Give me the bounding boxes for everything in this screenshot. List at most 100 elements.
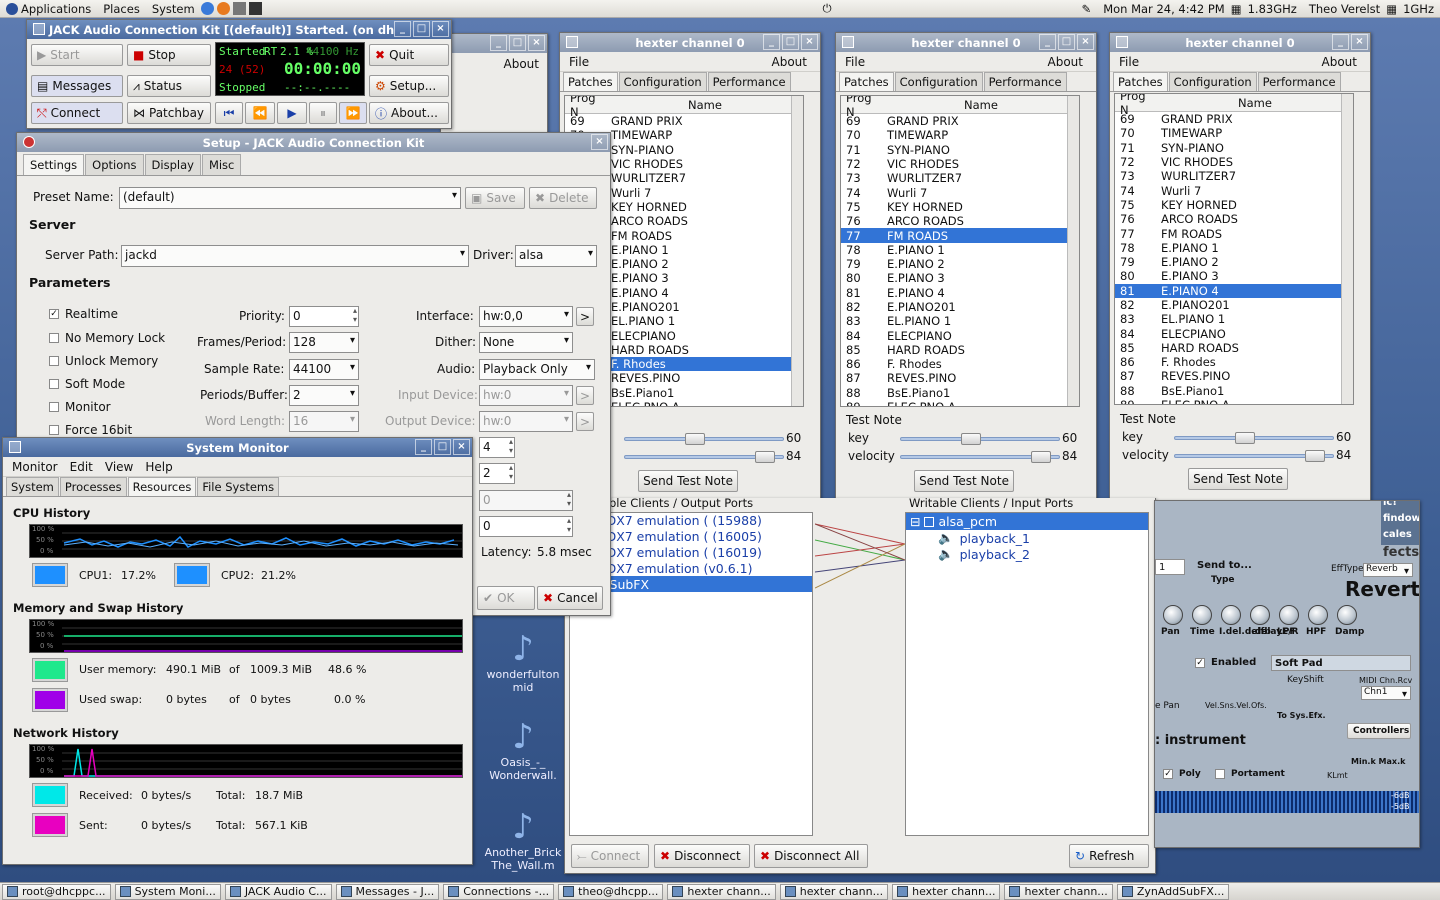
connection-lines[interactable] — [815, 512, 905, 836]
tab-resources[interactable]: Resources — [127, 477, 197, 496]
received-color-swatch[interactable] — [32, 783, 68, 807]
patch-row[interactable]: 87 REVES.PINO — [1115, 369, 1353, 383]
user-memory-color-swatch[interactable] — [32, 658, 68, 682]
about-menu[interactable]: About — [1317, 55, 1362, 69]
patch-row[interactable]: 88 BsE.Piano1 — [841, 386, 1079, 400]
play-button[interactable]: ▶ — [277, 102, 307, 124]
power-icon[interactable]: ⏻ — [822, 1, 831, 16]
patch-row[interactable]: 76 ARCO ROADS — [841, 214, 1079, 228]
interface-select[interactable]: hw:0,0 — [479, 306, 573, 327]
taskbar-item[interactable]: hexter chann... — [779, 883, 889, 900]
delete-button[interactable]: ✖ Delete — [529, 187, 597, 209]
taskbar-item[interactable]: theo@dhcpp... — [558, 883, 664, 900]
user-name[interactable]: Theo Verelst — [1303, 2, 1386, 16]
dither-select[interactable]: None — [479, 332, 573, 353]
instrument-name[interactable]: Soft Pad — [1271, 655, 1411, 671]
output-latency-spinbox[interactable]: 0 — [479, 516, 573, 537]
save-button[interactable]: ▣ Save — [465, 187, 525, 209]
patch-row[interactable]: 75 KEY HORNED — [841, 200, 1079, 214]
playback-2-port[interactable]: 🔈 playback_2 — [906, 546, 1148, 562]
ok-button[interactable]: ✔ OK — [477, 586, 535, 610]
patch-row[interactable]: 89ELEC PNO A — [1115, 398, 1353, 404]
velocity-slider[interactable] — [1174, 450, 1334, 462]
about-menu[interactable]: About — [441, 53, 547, 75]
patch-row[interactable]: 72 VIC RHODES — [1115, 155, 1353, 169]
taskbar-item[interactable]: System Moni... — [114, 883, 221, 900]
effect-knob[interactable] — [1221, 605, 1241, 625]
file-menu[interactable]: File — [564, 55, 594, 69]
about-menu[interactable]: About — [1043, 55, 1088, 69]
patch-row[interactable]: 69 GRAND PRIX — [841, 114, 1079, 128]
tab-configuration[interactable]: Configuration — [618, 72, 707, 91]
patch-row[interactable]: 84 ELECPIANO — [1115, 326, 1353, 341]
about-menu[interactable]: About — [767, 55, 812, 69]
patch-row[interactable]: 71 SYN-PIANO — [841, 143, 1079, 157]
output-more-button[interactable]: > — [576, 412, 594, 431]
patch-row[interactable]: 72 VIC RHODES — [841, 157, 1079, 171]
frames-select[interactable]: 128 — [289, 332, 359, 353]
tab-performance[interactable]: Performance — [1257, 72, 1341, 91]
effect-knob[interactable] — [1308, 605, 1328, 625]
patch-row[interactable]: 80 E.PIANO 3 — [1115, 269, 1353, 283]
patch-row[interactable]: 83 EL.PIANO 1 — [841, 314, 1079, 328]
taskbar-item[interactable]: root@dhcppc... — [2, 883, 111, 900]
tab-configuration[interactable]: Configuration — [1168, 72, 1257, 91]
audio-select[interactable]: Playback Only — [479, 359, 595, 380]
applications-menu[interactable]: Applications — [0, 2, 97, 16]
connect-button[interactable]: ⤲ Connect — [31, 102, 123, 124]
scrollbar[interactable] — [1341, 94, 1353, 404]
col-name[interactable]: Name — [1157, 96, 1353, 110]
setup-button[interactable]: ⚙ Setup... — [369, 75, 449, 97]
patch-row[interactable]: 81 E.PIANO 4 — [841, 286, 1079, 300]
realtime-checkbox[interactable]: ✓ Realtime — [49, 307, 118, 321]
patch-row[interactable]: 88 BsE.Piano1 — [1115, 384, 1353, 398]
note-icon[interactable]: ✎ — [1082, 2, 1092, 16]
input-latency-spinbox[interactable]: 0 — [479, 490, 573, 511]
interface-more-button[interactable]: > — [576, 307, 594, 326]
tab-performance[interactable]: Performance — [707, 72, 791, 91]
velocity-slider[interactable] — [624, 451, 784, 463]
menu-monitor[interactable]: Monitor — [7, 460, 63, 474]
patch-row[interactable]: 75 KEY HORNED — [1115, 198, 1353, 212]
send-test-note-button[interactable]: Send Test Note — [638, 470, 738, 492]
alsa-pcm-client[interactable]: ⊟ alsa_pcm — [906, 513, 1148, 530]
effect-knob[interactable] — [1279, 605, 1299, 625]
desktop-file-1[interactable]: ♪ wonderfulton mid — [478, 630, 568, 694]
sent-color-swatch[interactable] — [32, 813, 68, 837]
tab-processes[interactable]: Processes — [59, 477, 127, 496]
patchbay-button[interactable]: ⋈ Patchbay — [127, 102, 211, 124]
monitor-checkbox[interactable]: Monitor — [49, 400, 111, 414]
patch-list[interactable]: Prog N Name 69 GRAND PRIX 70 TIMEWARP 71 SYN-P… — [1114, 93, 1354, 405]
patch-row[interactable]: 70 TIMEWARP — [1115, 126, 1353, 140]
inchannels-spinbox[interactable]: 2 — [479, 463, 515, 484]
swap-color-swatch[interactable] — [32, 688, 68, 712]
velocity-slider[interactable] — [900, 451, 1060, 463]
effect-knob[interactable] — [1337, 605, 1357, 625]
patch-row[interactable]: 80 E.PIANO 3 — [841, 271, 1079, 285]
unlock-memory-checkbox[interactable]: Unlock Memory — [49, 354, 158, 368]
patch-row[interactable]: 79 E.PIANO 2 — [1115, 255, 1353, 269]
server-path-select[interactable]: jackd — [121, 245, 469, 267]
disconnect-all-button[interactable]: ✖ Disconnect All — [754, 844, 868, 868]
tab-file-systems[interactable]: File Systems — [197, 477, 280, 496]
connect-button[interactable]: ⤚ Connect — [571, 844, 649, 868]
desktop-file-3[interactable]: ♪ Another_Brick The_Wall.m — [478, 808, 568, 872]
disconnect-button[interactable]: ✖ Disconnect — [654, 844, 750, 868]
taskbar-item[interactable]: hexter chann... — [892, 883, 1001, 900]
no-memory-lock-checkbox[interactable]: No Memory Lock — [49, 331, 165, 345]
rewind-start-button[interactable]: ⏮ — [215, 102, 243, 124]
stop-button[interactable]: ■ Stop — [127, 44, 211, 66]
taskbar-item[interactable]: ZynAddSubFX... — [1116, 883, 1230, 900]
effect-knob[interactable] — [1192, 605, 1212, 625]
tab-settings[interactable]: Settings — [23, 154, 85, 175]
refresh-button[interactable]: ↻ Refresh — [1069, 844, 1149, 868]
patch-list[interactable]: Prog N Name 69 GRAND PRIX 70 TIMEWARP 71 SYN-P… — [840, 95, 1080, 407]
word-length-select[interactable]: 16 — [289, 411, 359, 432]
tab-display[interactable]: Display — [144, 154, 201, 175]
tab-patches[interactable]: Patches — [1113, 72, 1168, 91]
writable-ports-list[interactable]: ⊟ alsa_pcm 🔈 playback_1 🔈 playback_2 — [905, 512, 1149, 836]
tab-patches[interactable]: Patches — [839, 72, 894, 91]
taskbar-item[interactable]: hexter chann... — [1004, 883, 1113, 900]
input-device-select[interactable]: hw:0 — [479, 385, 573, 406]
desktop-file-2[interactable]: ♪ Oasis_-_ Wonderwall. — [478, 718, 568, 782]
